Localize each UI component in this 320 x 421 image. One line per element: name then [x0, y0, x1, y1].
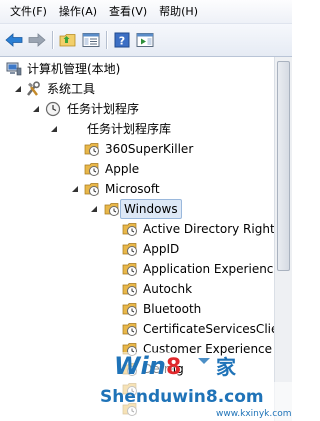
- menu-help[interactable]: 帮助(H): [153, 0, 204, 24]
- tree-item-microsoft[interactable]: Microsoft: [0, 179, 274, 199]
- tree-label: AppID: [143, 242, 180, 256]
- tree-label: 系统工具: [47, 82, 96, 96]
- task-folder-icon: [122, 363, 137, 376]
- menu-view[interactable]: 查看(V): [103, 0, 153, 24]
- task-folder-icon: [104, 203, 119, 216]
- clock-icon: [45, 101, 61, 117]
- task-folder-icon: [122, 383, 137, 396]
- tree-item-task-library[interactable]: 任务计划程序库: [0, 119, 274, 139]
- toolbar-separator: [52, 31, 53, 49]
- tree-item-360superkiller[interactable]: 360SuperKiller: [0, 139, 274, 159]
- forward-arrow-icon: [28, 33, 46, 47]
- task-folder-icon: [122, 303, 137, 316]
- task-folder-icon: [122, 283, 137, 296]
- tree-label: Defrag: [143, 362, 184, 376]
- forward-button[interactable]: [27, 30, 47, 50]
- computer-management-icon: [6, 62, 22, 76]
- expanded-arrow-icon[interactable]: [70, 184, 80, 194]
- task-folder-icon: [122, 263, 137, 276]
- tree-item-bluetooth[interactable]: Bluetooth: [0, 299, 274, 319]
- tree-item-task-scheduler[interactable]: 任务计划程序: [0, 99, 274, 119]
- help-button[interactable]: ?: [112, 30, 132, 50]
- tree-item-customer-experience[interactable]: Customer Experience I: [0, 339, 274, 359]
- tree-label: Autochk: [143, 282, 193, 296]
- expanded-arrow-icon[interactable]: [49, 124, 59, 134]
- tree-item-active-directory-rights[interactable]: Active Directory Rights: [0, 219, 274, 239]
- tree-label-selected: Windows: [120, 199, 182, 219]
- show-action-pane-icon: [136, 33, 154, 47]
- show-action-pane-button[interactable]: [135, 30, 155, 50]
- tree-item-apple[interactable]: Apple: [0, 159, 274, 179]
- tree-item-computer-management[interactable]: 计算机管理(本地): [0, 59, 274, 79]
- tools-icon: [27, 81, 40, 96]
- expanded-arrow-icon[interactable]: [89, 204, 99, 214]
- svg-text:?: ?: [119, 35, 125, 48]
- tree-item-system-tools[interactable]: 系统工具: [0, 79, 274, 99]
- toolbar-separator: [106, 31, 107, 49]
- tree-label: Microsoft: [105, 182, 160, 196]
- tree-item-autochk[interactable]: Autochk: [0, 279, 274, 299]
- tree-label: 360SuperKiller: [105, 142, 194, 156]
- tree-label: CertificateServicesClier: [143, 322, 274, 336]
- help-icon: ?: [114, 32, 130, 48]
- tree-label: Apple: [105, 162, 140, 176]
- task-folder-icon: [122, 323, 137, 336]
- vertical-scrollbar[interactable]: [274, 57, 292, 421]
- task-folder-icon: [122, 223, 137, 236]
- tree-item-windows[interactable]: Windows: [0, 199, 274, 219]
- tree-label: 计算机管理(本地): [27, 62, 121, 76]
- tree-item-certificate-services-client[interactable]: CertificateServicesClier: [0, 319, 274, 339]
- back-arrow-icon: [5, 33, 23, 47]
- show-hide-tree-button[interactable]: [81, 30, 101, 50]
- task-folder-icon: [122, 243, 137, 256]
- tree-item-appid[interactable]: AppID: [0, 239, 274, 259]
- console-tree: 计算机管理(本地) 系统工具 任务计划程序 任务计划程序库 360SuperKi…: [0, 57, 274, 421]
- menu-file[interactable]: 文件(F): [4, 0, 53, 24]
- scrollbar-thumb[interactable]: [277, 61, 290, 271]
- tree-label: Bluetooth: [143, 302, 202, 316]
- menu-action[interactable]: 操作(A): [53, 0, 103, 24]
- expanded-arrow-icon[interactable]: [13, 84, 23, 94]
- tree-label: Active Directory Rights: [143, 222, 274, 236]
- expanded-arrow-icon[interactable]: [31, 104, 41, 114]
- tree-label: Application Experience: [143, 262, 274, 276]
- toolbar: ?: [0, 24, 292, 57]
- tree-item-application-experience[interactable]: Application Experience: [0, 259, 274, 279]
- show-hide-tree-icon: [82, 33, 100, 47]
- task-folder-icon: [84, 163, 99, 176]
- tree-item-partial[interactable]: [0, 399, 274, 419]
- tree-item-partial[interactable]: [0, 379, 274, 399]
- menu-bar: 文件(F) 操作(A) 查看(V) 帮助(H): [0, 0, 292, 24]
- tree-label: 任务计划程序: [67, 102, 140, 116]
- task-folder-icon: [122, 343, 137, 356]
- tree-label: 任务计划程序库: [87, 122, 172, 136]
- up-folder-icon: [59, 34, 76, 47]
- back-button[interactable]: [4, 30, 24, 50]
- task-folder-icon: [84, 183, 99, 196]
- task-folder-icon: [122, 403, 137, 416]
- task-folder-icon: [84, 143, 99, 156]
- tree-item-defrag[interactable]: Defrag: [0, 359, 274, 379]
- tree-label: Customer Experience I: [143, 342, 274, 356]
- up-level-button[interactable]: [58, 30, 78, 50]
